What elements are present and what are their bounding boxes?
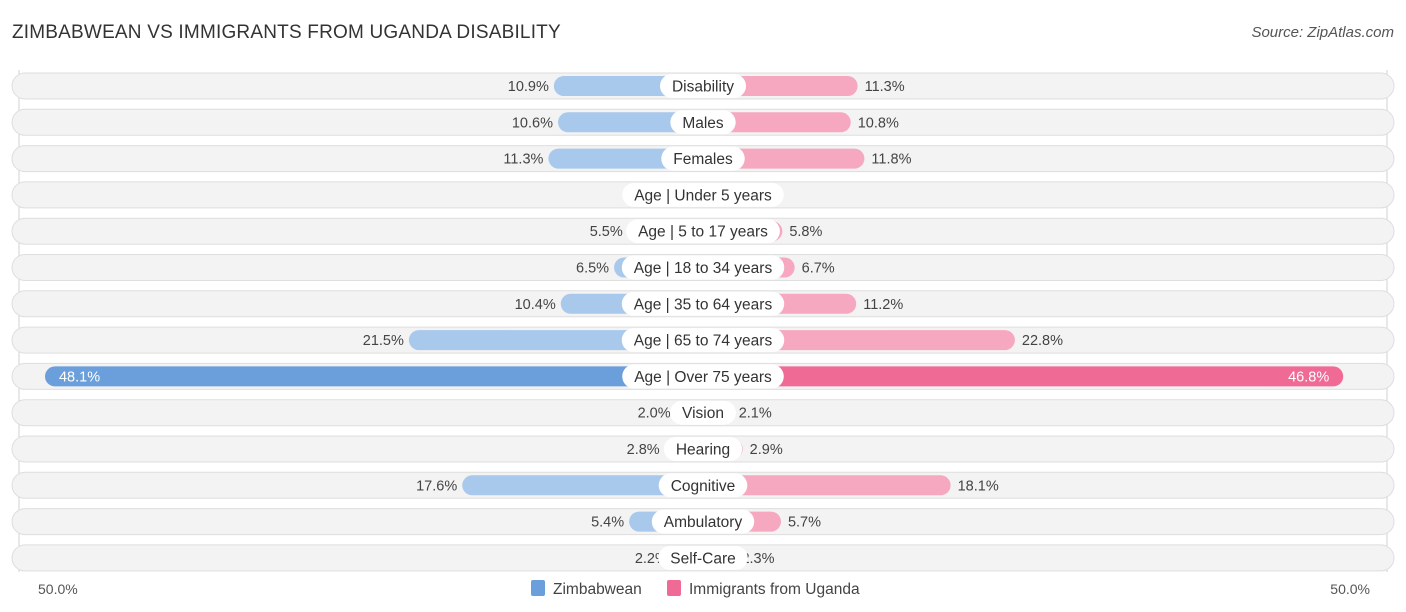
row-females: 11.3% 11.8% Females [11,145,1395,173]
row-age-5-to-17-years: 5.5% 5.8% Age | 5 to 17 years [11,217,1395,245]
row-age-over-75-years: 48.1% 46.8% Age | Over 75 years [11,362,1395,390]
axis-tick-right: 50.0% [1330,581,1370,597]
value-label-immigrants-from-uganda: 2.9% [750,442,783,458]
category-label: Cognitive [671,478,736,495]
category-label: Age | 65 to 74 years [634,333,773,350]
value-label-immigrants-from-uganda: 5.8% [789,224,822,240]
value-label-zimbabwean: 21.5% [363,333,404,349]
value-label-zimbabwean: 10.4% [515,297,556,313]
category-label: Self-Care [670,550,735,567]
bar-zimbabwean [44,366,713,387]
value-label-immigrants-from-uganda: 18.1% [958,478,999,494]
value-label-zimbabwean: 48.1% [59,369,100,385]
bar-immigrants-from-uganda [693,366,1344,387]
value-label-zimbabwean: 2.8% [627,442,660,458]
value-label-zimbabwean: 2.0% [638,406,671,422]
value-label-immigrants-from-uganda: 6.7% [802,261,835,277]
row-ambulatory: 5.4% 5.7% Ambulatory [11,508,1395,536]
category-label: Age | 18 to 34 years [634,260,773,277]
value-label-immigrants-from-uganda: 46.8% [1288,369,1329,385]
value-label-immigrants-from-uganda: 11.3% [865,79,905,95]
row-age-35-to-64-years: 10.4% 11.2% Age | 35 to 64 years [11,290,1395,318]
row-males: 10.6% 10.8% Males [11,108,1395,136]
row-age-65-to-74-years: 21.5% 22.8% Age | 65 to 74 years [11,326,1395,354]
category-label: Age | Under 5 years [634,187,772,204]
row-cognitive: 17.6% 18.1% Cognitive [11,471,1395,499]
value-label-zimbabwean: 17.6% [416,478,457,494]
row-self-care: 2.2% 2.3%Self-Care [11,544,1395,572]
legend-label-zimbabwean: Zimbabwean [553,581,642,598]
value-label-zimbabwean: 10.6% [512,115,553,131]
value-label-zimbabwean: 5.5% [590,224,623,240]
legend-swatch-zimbabwean [531,580,545,596]
value-label-zimbabwean: 5.4% [591,515,624,531]
category-label: Ambulatory [664,514,743,531]
legend-label-immigrants-from-uganda: Immigrants from Uganda [689,581,860,598]
axis-tick-left: 50.0% [38,581,78,597]
value-label-immigrants-from-uganda: 10.8% [858,115,899,131]
category-label: Vision [682,405,724,422]
legend-swatch-immigrants-from-uganda [667,580,681,596]
row-hearing: 2.8% 2.9% Hearing [11,435,1395,463]
category-label: Disability [672,79,734,96]
value-label-immigrants-from-uganda: 11.8% [871,152,911,168]
value-label-zimbabwean: 10.9% [508,79,549,95]
chart: 10.9% 11.3% Disability 10.6% 10.8% Males 11.3%… [11,70,1395,598]
value-label-immigrants-from-uganda: 22.8% [1022,333,1063,349]
legend: Zimbabwean Immigrants from Uganda [531,580,860,598]
row-vision: 2.0% 2.1% Vision [11,399,1395,427]
category-label: Age | 35 to 64 years [634,296,773,313]
value-label-zimbabwean: 11.3% [503,152,543,168]
row-disability: 10.9% 11.3% Disability [11,72,1395,100]
value-label-zimbabwean: 6.5% [576,261,609,277]
category-label: Age | 5 to 17 years [638,224,768,241]
category-label: Age | Over 75 years [634,369,772,386]
category-label: Hearing [676,442,730,459]
category-label: Females [673,151,733,168]
value-label-immigrants-from-uganda: 11.2% [863,297,903,313]
row-age-under-5-years: 1.2%1.1%Age | Under 5 years [11,181,1395,209]
value-label-immigrants-from-uganda: 2.1% [739,406,772,422]
value-label-immigrants-from-uganda: 5.7% [788,515,821,531]
row-age-18-to-34-years: 6.5% 6.7% Age | 18 to 34 years [11,254,1395,281]
category-label: Males [682,115,724,132]
